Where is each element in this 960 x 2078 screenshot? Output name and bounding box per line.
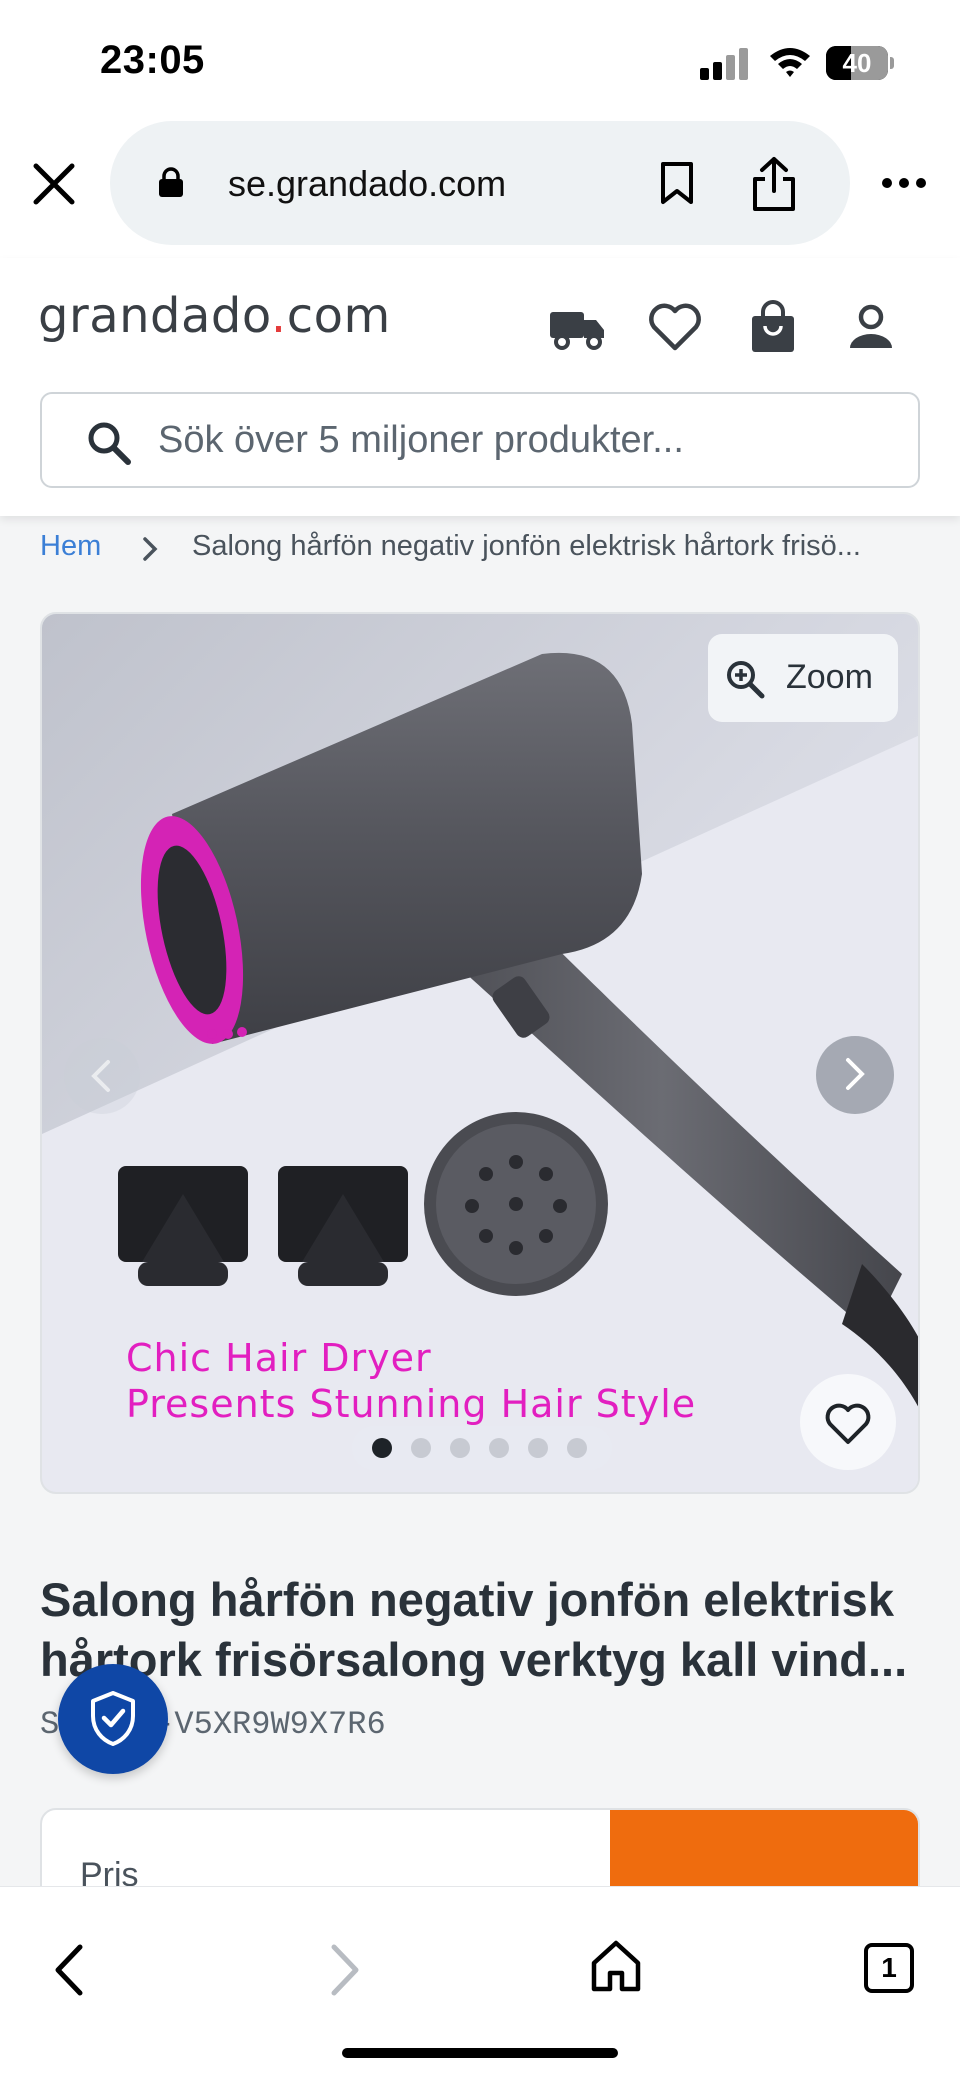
breadcrumb-home-link[interactable]: Hem	[40, 530, 101, 563]
close-icon[interactable]	[30, 160, 78, 208]
trust-badge[interactable]	[58, 1664, 168, 1774]
lock-icon	[159, 167, 183, 197]
heart-icon	[825, 1403, 871, 1444]
zoom-label: Zoom	[786, 658, 873, 696]
zoom-icon	[727, 661, 765, 699]
product-title-line-1: Salong hårfön negativ jonfön elektrisk	[40, 1573, 894, 1626]
product-title-line-2: hårtork frisörsalong verktyg kall vind..…	[40, 1633, 908, 1686]
shield-check-icon	[91, 1691, 135, 1746]
battery-percent: 40	[842, 48, 872, 78]
search-bar[interactable]	[40, 392, 920, 488]
tabs-icon[interactable]: 1	[864, 1943, 914, 1993]
search-input[interactable]	[158, 394, 898, 486]
gallery-pagination	[352, 1426, 612, 1470]
gallery-next-button[interactable]	[816, 1036, 894, 1114]
favorite-button[interactable]	[800, 1374, 896, 1470]
back-icon[interactable]	[50, 1941, 90, 1999]
browser-toolbar: se.grandado.com	[0, 118, 960, 258]
wifi-icon	[770, 48, 810, 77]
breadcrumb-current: Salong hårfön negativ jonfön elektrisk h…	[192, 530, 861, 562]
search-icon[interactable]	[86, 420, 132, 466]
chevron-right-icon	[846, 1058, 865, 1090]
gallery-prev-button[interactable]	[64, 1038, 140, 1114]
logo-dot: .	[270, 288, 287, 344]
logo-tld: com	[286, 288, 391, 344]
home-indicator	[342, 2048, 618, 2058]
pagination-dot[interactable]	[411, 1438, 431, 1458]
home-icon[interactable]	[590, 1939, 642, 1993]
heart-icon[interactable]	[646, 298, 704, 356]
signal-icon	[700, 48, 748, 80]
product-image-gallery[interactable]: Zoom Chic Hair Dryer Presents Stunning H…	[40, 612, 920, 1494]
status-bar: 23:05 40	[0, 0, 960, 118]
bookmark-icon[interactable]	[658, 161, 696, 205]
product-title: Salong hårfön negativ jonfön elektrisk h…	[40, 1570, 920, 1690]
more-icon[interactable]	[880, 176, 928, 190]
user-icon[interactable]	[842, 298, 900, 356]
truck-icon[interactable]	[548, 298, 606, 356]
pagination-dot[interactable]	[567, 1438, 587, 1458]
pagination-dot[interactable]	[489, 1438, 509, 1458]
chevron-right-icon	[143, 537, 158, 561]
chevron-left-icon	[91, 1060, 110, 1092]
battery-icon: 40	[826, 46, 894, 80]
pagination-dot[interactable]	[528, 1438, 548, 1458]
logo-text: grandado	[38, 288, 271, 344]
pagination-dot[interactable]	[450, 1438, 470, 1458]
share-icon[interactable]	[750, 155, 798, 213]
address-bar[interactable]: se.grandado.com	[110, 121, 850, 245]
breadcrumb: Hem Salong hårfön negativ jonfön elektri…	[40, 530, 920, 570]
url-text[interactable]: se.grandado.com	[228, 163, 506, 205]
promo-text-line-1: Chic Hair Dryer	[126, 1336, 432, 1380]
status-time: 23:05	[100, 38, 205, 82]
shopping-bag-icon[interactable]	[744, 298, 802, 356]
promo-text-line-2: Presents Stunning Hair Style	[126, 1382, 697, 1426]
site-header: grandado.com	[0, 258, 960, 516]
forward-icon[interactable]	[324, 1941, 364, 1999]
zoom-button[interactable]: Zoom	[708, 634, 898, 722]
site-logo[interactable]: grandado.com	[38, 288, 391, 344]
pagination-dot[interactable]	[372, 1438, 392, 1458]
